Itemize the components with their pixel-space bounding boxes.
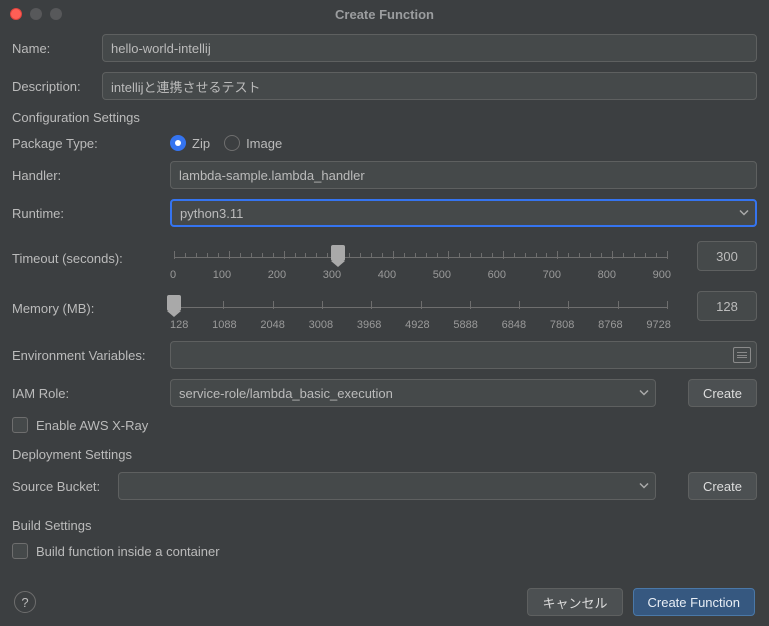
checkbox-unchecked-icon: [12, 543, 28, 559]
build-container-checkbox-row[interactable]: Build function inside a container: [12, 543, 757, 559]
memory-slider[interactable]: 1281088204830083968492858886848780887689…: [170, 291, 671, 331]
create-bucket-button[interactable]: Create: [688, 472, 757, 500]
image-label: Image: [246, 136, 282, 151]
window-title: Create Function: [0, 7, 769, 22]
iam-role-value: service-role/lambda_basic_execution: [179, 386, 393, 401]
chevron-down-icon: [739, 206, 749, 221]
radio-checked-icon: [170, 135, 186, 151]
minimize-window-icon[interactable]: [30, 8, 42, 20]
deploy-settings-heading: Deployment Settings: [12, 447, 757, 462]
dialog-footer: ? キャンセル Create Function: [0, 578, 769, 626]
iam-role-select[interactable]: service-role/lambda_basic_execution: [170, 379, 656, 407]
runtime-value: python3.11: [180, 206, 243, 221]
runtime-label: Runtime:: [12, 206, 160, 221]
timeout-label: Timeout (seconds):: [12, 241, 160, 266]
runtime-select[interactable]: python3.11: [170, 199, 757, 227]
chevron-down-icon: [639, 479, 649, 494]
radio-unchecked-icon: [224, 135, 240, 151]
source-bucket-label: Source Bucket:: [12, 479, 108, 494]
memory-label: Memory (MB):: [12, 291, 160, 316]
description-label: Description:: [12, 79, 92, 94]
build-container-label: Build function inside a container: [36, 544, 220, 559]
package-type-zip-option[interactable]: Zip: [170, 135, 210, 151]
iam-label: IAM Role:: [12, 386, 160, 401]
config-settings-heading: Configuration Settings: [12, 110, 757, 125]
env-label: Environment Variables:: [12, 348, 160, 363]
create-iam-button[interactable]: Create: [688, 379, 757, 407]
xray-checkbox-row[interactable]: Enable AWS X-Ray: [12, 417, 757, 433]
timeout-value[interactable]: 300: [697, 241, 757, 271]
help-button[interactable]: ?: [14, 591, 36, 613]
list-icon[interactable]: [733, 347, 751, 363]
handler-label: Handler:: [12, 168, 160, 183]
package-type-image-option[interactable]: Image: [224, 135, 282, 151]
zip-label: Zip: [192, 136, 210, 151]
name-input[interactable]: [102, 34, 757, 62]
description-input[interactable]: [102, 72, 757, 100]
window-controls: [10, 8, 62, 20]
env-vars-input[interactable]: [170, 341, 757, 369]
zoom-window-icon[interactable]: [50, 8, 62, 20]
checkbox-unchecked-icon: [12, 417, 28, 433]
xray-label: Enable AWS X-Ray: [36, 418, 148, 433]
package-type-label: Package Type:: [12, 136, 160, 151]
source-bucket-select[interactable]: [118, 472, 656, 500]
titlebar: Create Function: [0, 0, 769, 28]
memory-value[interactable]: 128: [697, 291, 757, 321]
build-settings-heading: Build Settings: [12, 518, 757, 533]
create-function-button[interactable]: Create Function: [633, 588, 756, 616]
close-window-icon[interactable]: [10, 8, 22, 20]
cancel-button[interactable]: キャンセル: [527, 588, 622, 616]
timeout-slider[interactable]: 0100200300400500600700800900: [170, 241, 671, 281]
name-label: Name:: [12, 41, 92, 56]
chevron-down-icon: [639, 386, 649, 401]
handler-input[interactable]: [170, 161, 757, 189]
